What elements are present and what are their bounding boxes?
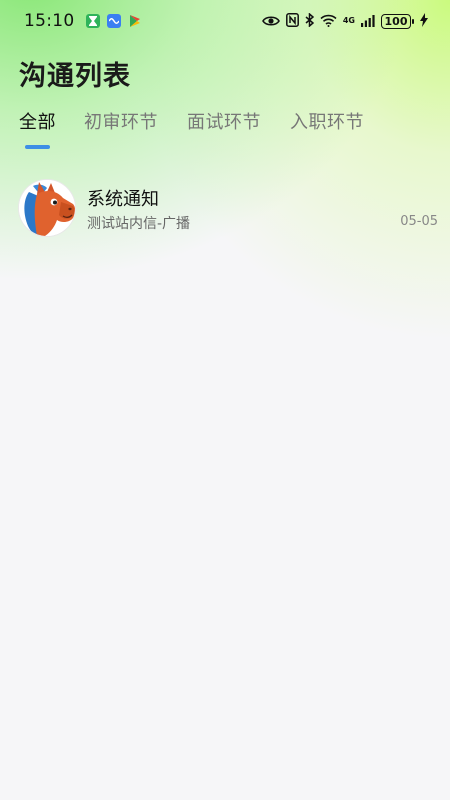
bluetooth-icon [305,11,315,31]
hourglass-app-icon [85,14,100,28]
tab-onboarding[interactable]: 入职环节 [290,108,364,134]
wifi-icon [320,12,337,31]
status-right: 4G 100 [261,11,428,31]
horse-mascot-icon [18,179,76,237]
signal-icon [361,12,375,31]
tab-all[interactable]: 全部 [19,108,56,134]
tab-bar: 全部 初审环节 面试环节 入职环节 [0,108,450,152]
status-left: 15:10 [24,11,142,31]
message-list: 系统通知 测试站内信-广播 05-05 [0,172,450,246]
play-store-icon [128,14,142,28]
chat-app-icon [106,14,121,28]
message-title: 系统通知 [87,189,159,210]
tab-initial-review[interactable]: 初审环节 [84,108,158,134]
charging-icon [420,12,428,31]
network-type: 4G [342,16,355,25]
eye-icon [261,12,280,31]
nfc-icon [285,12,299,31]
tab-interview[interactable]: 面试环节 [187,108,261,134]
status-time: 15:10 [24,11,75,31]
message-preview: 测试站内信-广播 [87,216,191,232]
battery-level: 100 [381,13,414,29]
page-title: 沟通列表 [19,61,131,92]
message-time: 05-05 [400,214,438,229]
active-tab-indicator [25,145,50,149]
list-item[interactable]: 系统通知 测试站内信-广播 05-05 [0,172,450,246]
status-bar: 15:10 4G 100 [0,0,450,42]
